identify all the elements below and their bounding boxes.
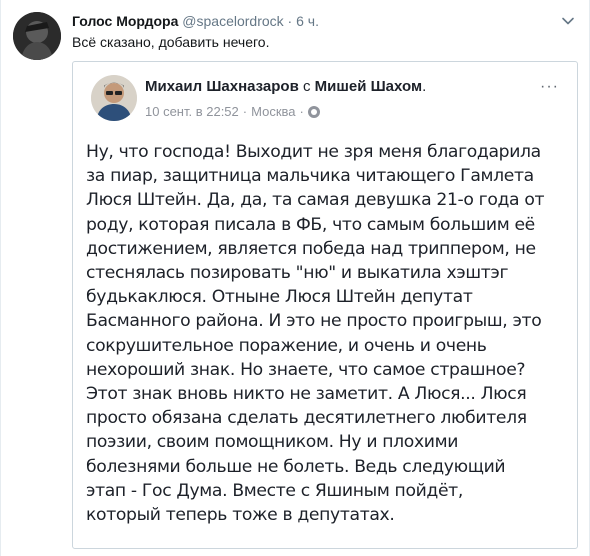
embedded-post-image[interactable]: Михаил Шахназаров с Мишей Шахом. ··· 10 … [72, 61, 578, 549]
fb-with-word: с [302, 78, 311, 95]
fb-location-separator: · [299, 104, 304, 119]
fb-separator: · [242, 104, 248, 119]
fb-date: 10 сент. в 22:52 [145, 104, 239, 119]
fb-with-name: Мишей Шахом [314, 78, 423, 95]
tweet-text: Всё сказано, добавить нечего. [72, 34, 270, 50]
fb-post-body: Ну, что господа! Выходит не зря меня бла… [86, 142, 545, 526]
author-name[interactable]: Голос Мордора [72, 13, 178, 29]
separator: · [287, 13, 293, 29]
fb-post-meta: 10 сент. в 22:52 · Москва · [145, 104, 320, 119]
tweet-header: Голос Мордора @spacelordrock · 6 ч. [72, 13, 319, 29]
tweet-time[interactable]: 6 ч. [296, 13, 319, 29]
fb-header-suffix: . [422, 78, 427, 95]
fb-location: Москва [251, 104, 296, 119]
fb-avatar [91, 75, 137, 121]
fb-author: Михаил Шахназаров [145, 78, 299, 95]
avatar[interactable] [13, 12, 61, 60]
more-options-icon: ··· [540, 78, 559, 95]
globe-icon [307, 105, 320, 118]
tweet: Голос Мордора @spacelordrock · 6 ч. Всё … [0, 0, 590, 556]
fb-post-header: Михаил Шахназаров с Мишей Шахом. [145, 78, 426, 95]
chevron-down-icon[interactable] [561, 14, 575, 28]
author-handle[interactable]: @spacelordrock [182, 13, 283, 29]
